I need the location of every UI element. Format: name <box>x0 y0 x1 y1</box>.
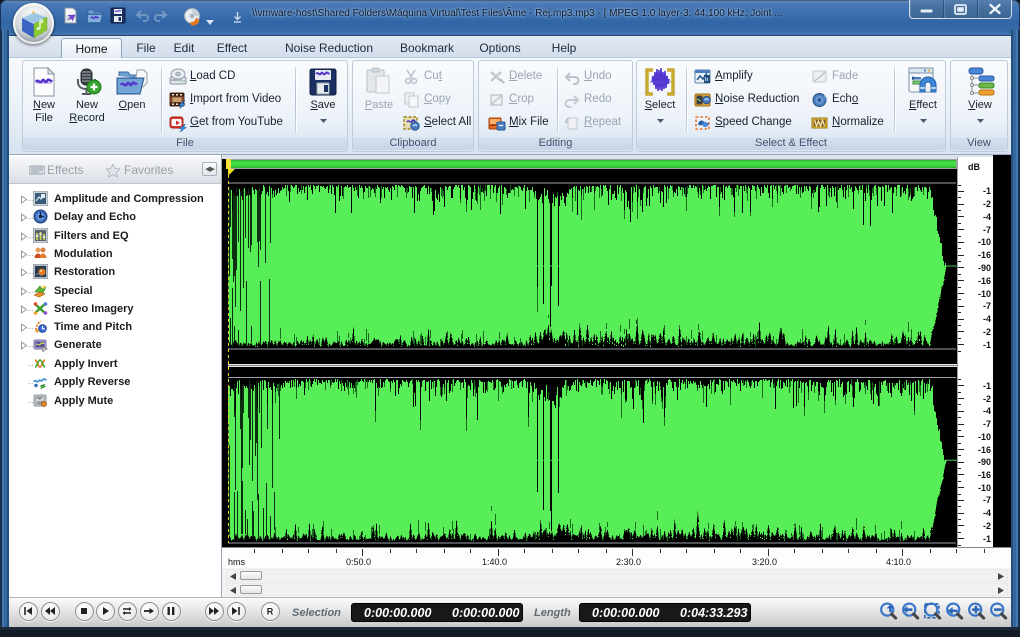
svg-text:R: R <box>266 607 273 617</box>
